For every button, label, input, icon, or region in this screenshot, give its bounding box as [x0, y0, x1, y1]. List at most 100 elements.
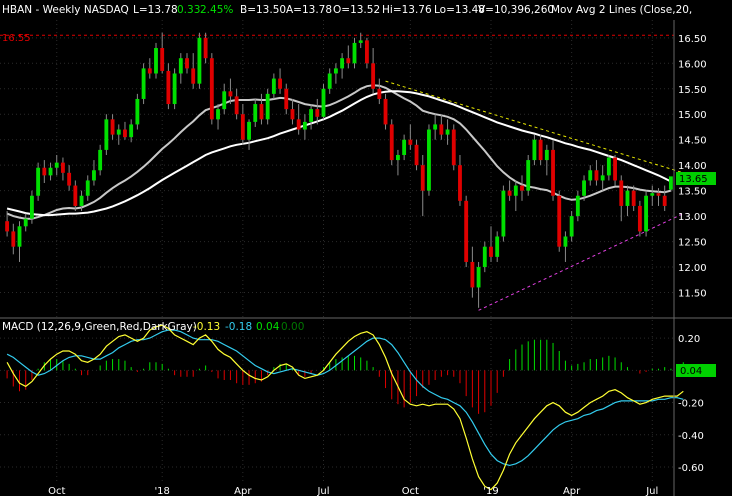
candle	[154, 42, 158, 79]
candle-body	[575, 195, 580, 217]
candle	[501, 185, 506, 242]
candle-body	[172, 73, 177, 105]
candle-body	[191, 68, 196, 84]
candle-body	[116, 129, 121, 135]
candle-body	[451, 129, 456, 166]
candle-body	[389, 124, 394, 161]
candle-body	[141, 68, 146, 99]
candle-body	[464, 200, 469, 262]
candle-body	[495, 236, 500, 257]
candle-body	[650, 193, 655, 196]
candle-body	[234, 96, 239, 115]
price-y-tick-label: 16.00	[678, 59, 707, 70]
candle-body	[520, 185, 524, 191]
candle-body	[178, 58, 183, 74]
candle-body	[271, 78, 276, 94]
candle-body	[92, 170, 96, 181]
header-study: Mov Avg 2 Lines (Close,20,	[551, 4, 692, 16]
candle	[135, 93, 140, 130]
macd-y-tick-label: 0.20	[678, 334, 700, 345]
candle-body	[54, 162, 59, 168]
candle-body	[17, 226, 22, 247]
candle-body	[216, 109, 220, 120]
candle-body	[396, 154, 400, 161]
x-tick-label: '19	[483, 486, 498, 496]
candle-body	[315, 109, 320, 117]
header-change-pct: 2.45%	[200, 4, 233, 16]
candle-body	[29, 195, 34, 219]
header-last: L=13.78	[133, 4, 178, 16]
header-high: Hi=13.76	[382, 4, 432, 16]
candle-body	[61, 162, 65, 173]
macd-value: -0.13	[193, 321, 220, 333]
candle-body	[606, 157, 611, 176]
candle-body	[48, 167, 53, 176]
candle-body	[197, 37, 202, 84]
candle-body	[110, 119, 115, 135]
candle-body	[147, 68, 152, 74]
candle-body	[408, 139, 413, 145]
candle-body	[327, 73, 332, 89]
header-bid: B=13.50	[240, 4, 286, 16]
macd-title: MACD (12,26,9,Green,Red,DarkGray)	[2, 321, 197, 333]
price-y-tick-label: 16.50	[678, 34, 707, 45]
candle	[451, 124, 456, 171]
candle-body	[501, 190, 506, 237]
candle-body	[358, 40, 363, 43]
candle-body	[600, 175, 605, 181]
candle	[172, 68, 177, 110]
candle-body	[23, 218, 28, 227]
candle-body	[458, 165, 462, 201]
candle-body	[588, 170, 593, 181]
candle-body	[185, 58, 189, 69]
candle-body	[333, 68, 338, 74]
candle-body	[489, 246, 493, 257]
candle-body	[290, 109, 295, 120]
candle-body	[544, 149, 549, 161]
candle-body	[582, 180, 586, 196]
candle-body	[222, 91, 227, 110]
candle-body	[340, 58, 345, 69]
candle-body	[433, 124, 438, 130]
candle-body	[569, 216, 574, 237]
macd-extra-value: 0.00	[281, 321, 304, 333]
candle-body	[309, 109, 314, 122]
candle	[104, 114, 109, 155]
candle	[197, 32, 202, 89]
candle	[427, 124, 431, 196]
candle	[668, 176, 673, 192]
candle-body	[637, 205, 642, 232]
price-y-tick-label: 12.50	[678, 238, 707, 249]
chart-background	[0, 0, 732, 496]
candle-body	[259, 104, 264, 120]
candle-body	[247, 121, 251, 140]
candle-body	[253, 104, 258, 122]
price-y-tick-label: 13.00	[678, 212, 707, 223]
candle-body	[482, 246, 487, 268]
candle-body	[538, 139, 543, 161]
candle-body	[476, 267, 481, 288]
candle	[557, 190, 562, 252]
price-y-tick-label: 14.00	[678, 161, 707, 172]
candle-body	[278, 78, 282, 89]
candle-body	[644, 195, 649, 232]
candle-body	[551, 149, 555, 196]
candle-body	[526, 160, 531, 191]
candle-body	[656, 193, 661, 196]
candle-body	[129, 124, 134, 138]
candle-body	[445, 129, 450, 135]
candle-body	[631, 190, 636, 206]
x-tick-label: Jul	[316, 486, 329, 496]
candle-body	[85, 180, 90, 196]
candle	[464, 195, 469, 268]
candle-body	[321, 88, 326, 117]
candle-body	[284, 88, 289, 110]
macd-y-tick-label: -0.60	[678, 463, 704, 474]
candle-body	[240, 114, 245, 140]
candle	[389, 119, 394, 166]
price-chart-svg[interactable]: 11.50 12.00 12.50 13.00 13.50 14.00 14.50 15.00…	[0, 0, 732, 496]
candle-body	[5, 221, 10, 232]
candle-body	[427, 129, 431, 191]
candle-body	[470, 261, 475, 288]
candle-body	[265, 93, 270, 120]
